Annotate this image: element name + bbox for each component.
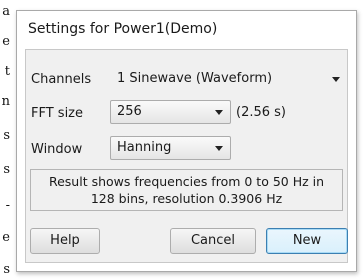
bg-char: e	[2, 230, 10, 245]
channels-select[interactable]: 1 Sinewave (Waveform)	[110, 67, 348, 91]
bg-char: s	[3, 128, 10, 143]
chevron-down-icon	[215, 146, 223, 151]
fft-size-label: FFT size	[31, 106, 84, 121]
fft-size-select-value: 256	[117, 104, 142, 119]
bg-char: e	[2, 34, 10, 49]
channels-label: Channels	[31, 72, 92, 87]
fft-duration-text: (2.56 s)	[236, 105, 286, 120]
settings-dialog: Settings for Power1(Demo) Channels 1 Sin…	[16, 10, 357, 272]
bg-char: s	[3, 262, 10, 277]
cancel-button[interactable]: Cancel	[170, 228, 256, 254]
result-info-line-2: 128 bins, resolution 0.3906 Hz	[90, 191, 283, 206]
result-info-line-1: Result shows frequencies from 0 to 50 Hz…	[48, 174, 325, 189]
dialog-title: Settings for Power1(Demo)	[28, 21, 218, 37]
new-button[interactable]: New	[266, 228, 348, 254]
bg-char: a	[2, 4, 10, 19]
help-button[interactable]: Help	[30, 228, 100, 254]
bg-char: t	[4, 64, 10, 79]
dialog-titlebar[interactable]: Settings for Power1(Demo)	[17, 11, 356, 47]
bg-char: s	[3, 162, 10, 177]
window-select[interactable]: Hanning	[110, 136, 231, 160]
bg-char: n	[1, 94, 10, 109]
window-select-value: Hanning	[117, 140, 172, 155]
result-info-box: Result shows frequencies from 0 to 50 Hz…	[30, 169, 343, 211]
window-label: Window	[31, 142, 83, 157]
chevron-down-icon	[332, 77, 340, 82]
fft-size-select[interactable]: 256	[110, 100, 231, 124]
channels-select-value: 1 Sinewave (Waveform)	[117, 71, 273, 86]
background-document-text: a e t n s s - e s	[0, 0, 10, 279]
chevron-down-icon	[215, 110, 223, 115]
dialog-client-area: Channels 1 Sinewave (Waveform) FFT size …	[25, 49, 348, 263]
bg-char: -	[5, 198, 10, 213]
